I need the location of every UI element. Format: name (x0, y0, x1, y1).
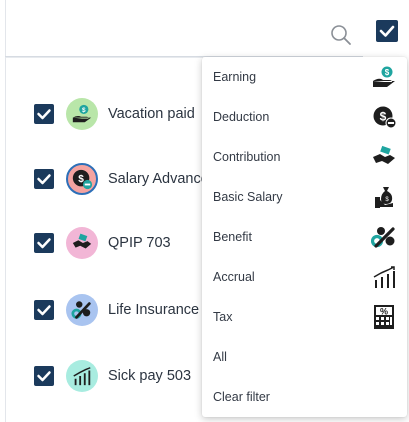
search-bar (5, 13, 363, 57)
checkmark-icon (37, 174, 51, 185)
select-all-checkbox[interactable] (376, 20, 398, 42)
item-label: Salary Advance (108, 171, 206, 187)
item-avatar (66, 227, 98, 259)
filter-option-label: Accrual (213, 270, 255, 284)
filter-option-tax[interactable]: Tax % (202, 297, 407, 337)
item-checkbox[interactable] (34, 169, 54, 189)
handshake-money-icon (72, 233, 92, 249)
checkmark-icon (37, 238, 51, 249)
list-item[interactable]: $ Vacation paid (34, 96, 214, 132)
list-item[interactable]: Life Insurance (34, 292, 214, 328)
item-label: Sick pay 503 (108, 368, 192, 384)
item-label: Life Insurance (108, 302, 200, 318)
dollar-minus-icon: $ (72, 169, 93, 190)
growth-chart-icon (373, 266, 395, 288)
checkmark-icon (37, 371, 51, 382)
percent-icon (71, 301, 91, 319)
filter-option-contribution[interactable]: Contribution (202, 137, 407, 177)
payroll-item-picker: $ Vacation paid $ Salary Advance QPIP 70… (0, 0, 409, 422)
filter-option-label: Deduction (213, 110, 270, 124)
handshake-money-icon (373, 145, 395, 164)
dollar-minus-icon: $ (373, 106, 397, 129)
list-item[interactable]: $ Salary Advance (34, 161, 214, 197)
item-label: QPIP 703 (108, 235, 171, 251)
search-input[interactable] (13, 21, 313, 49)
filter-option-accrual[interactable]: Accrual (202, 257, 407, 297)
item-checkbox[interactable] (34, 104, 54, 124)
filter-option-label: Clear filter (213, 390, 270, 404)
growth-chart-icon (73, 367, 91, 386)
money-bag-hand-icon: $ (375, 187, 393, 208)
filter-option-clear[interactable]: Clear filter (202, 377, 407, 417)
item-avatar: $ (66, 98, 98, 130)
hand-dollar-icon: $ (373, 66, 395, 87)
item-checkbox[interactable] (34, 300, 54, 320)
search-icon[interactable] (329, 23, 353, 47)
list-item[interactable]: Sick pay 503 (34, 358, 214, 394)
filter-dropdown-menu: Earning $ Deduction $ Contribution Basic… (202, 57, 407, 417)
filter-option-label: Earning (213, 70, 257, 84)
item-avatar (66, 294, 98, 326)
list-divider (6, 57, 203, 58)
hand-dollar-icon: $ (72, 104, 92, 123)
item-checkbox[interactable] (34, 366, 54, 386)
filter-option-label: Benefit (213, 230, 252, 244)
list-item[interactable]: QPIP 703 (34, 225, 214, 261)
left-border (5, 0, 6, 422)
filter-option-label: Tax (213, 310, 233, 324)
svg-text:$: $ (82, 107, 86, 114)
item-label: Vacation paid (108, 106, 195, 122)
item-checkbox[interactable] (34, 233, 54, 253)
svg-text:$: $ (380, 110, 387, 124)
filter-option-label: All (213, 350, 227, 364)
svg-text:$: $ (385, 68, 390, 77)
tax-calculator-icon: % (374, 305, 394, 329)
percent-icon (371, 227, 395, 248)
filter-option-basic-salary[interactable]: Basic Salary $ (202, 177, 407, 217)
checkmark-icon (379, 25, 395, 37)
filter-option-label: Basic Salary (213, 190, 283, 204)
filter-option-earning[interactable]: Earning $ (202, 57, 407, 97)
item-avatar (66, 360, 98, 392)
filter-option-benefit[interactable]: Benefit (202, 217, 407, 257)
checkmark-icon (37, 109, 51, 120)
checkmark-icon (37, 305, 51, 316)
item-avatar: $ (66, 163, 98, 195)
filter-option-deduction[interactable]: Deduction $ (202, 97, 407, 137)
filter-option-all[interactable]: All (202, 337, 407, 377)
filter-option-label: Contribution (213, 150, 281, 164)
svg-text:%: % (380, 307, 388, 317)
